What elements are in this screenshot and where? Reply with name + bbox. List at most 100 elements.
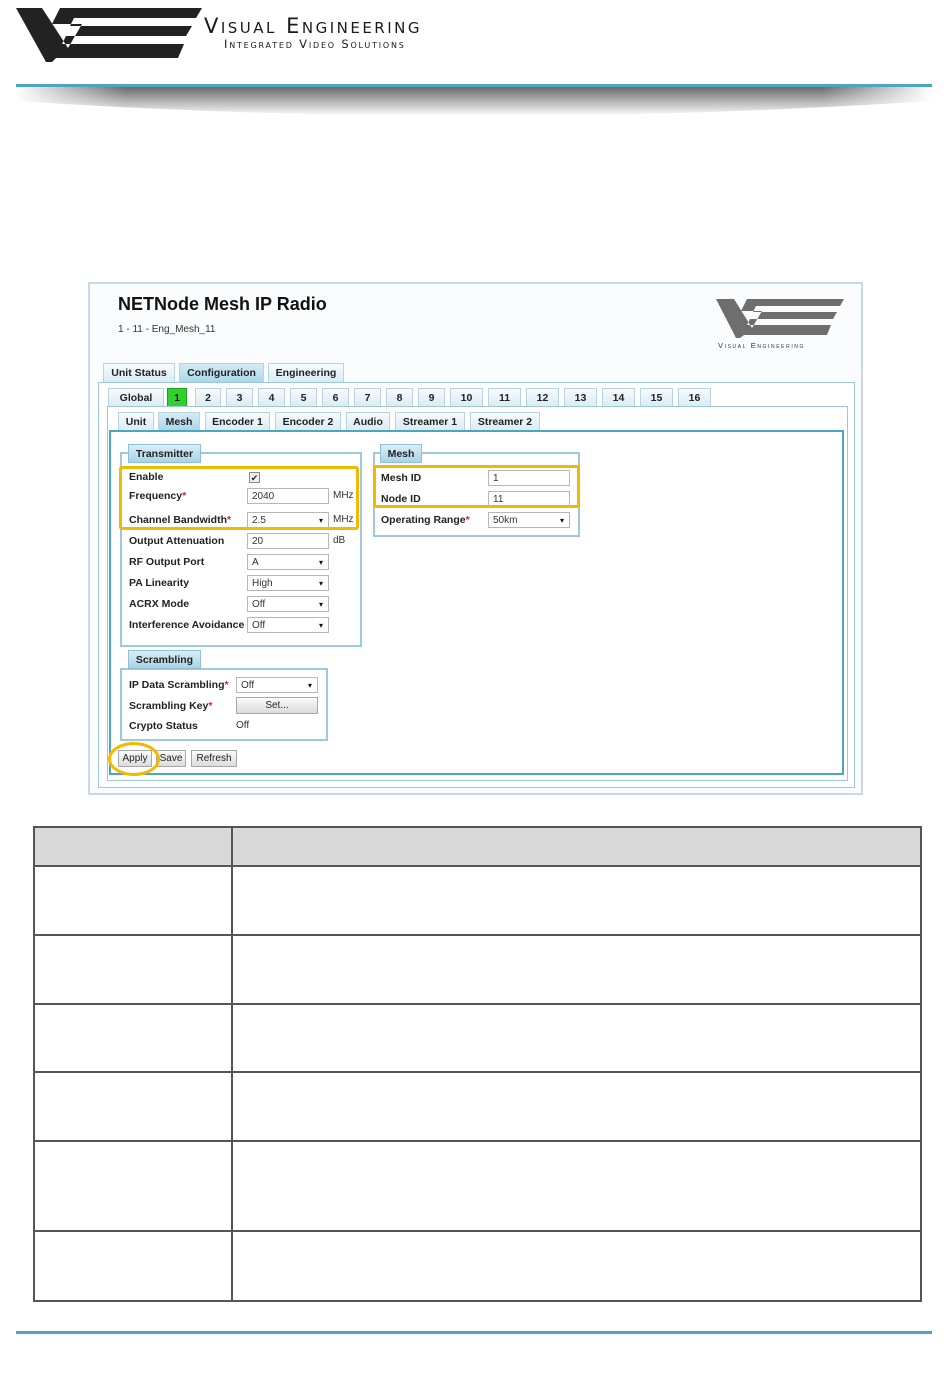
ip-data-scrambling-label: IP Data Scrambling* xyxy=(129,679,229,691)
frequency-unit: MHz xyxy=(333,490,354,501)
acrx-mode-select[interactable]: Off ▾ xyxy=(247,596,329,612)
enable-label: Enable xyxy=(129,471,164,483)
node-id-label: Node ID xyxy=(381,493,421,505)
ip-data-scrambling-value: Off xyxy=(241,679,255,691)
table-header-row xyxy=(33,826,922,867)
tab-node-13[interactable]: 13 xyxy=(564,388,597,407)
rf-output-port-value: A xyxy=(252,556,259,568)
apply-button[interactable]: Apply xyxy=(118,750,152,767)
tab-node-16[interactable]: 16 xyxy=(678,388,711,407)
table-cell xyxy=(33,1003,233,1073)
chevron-down-icon: ▾ xyxy=(318,515,323,525)
output-attenuation-input[interactable]: 20 xyxy=(247,533,329,549)
table-row xyxy=(33,1071,922,1142)
save-button[interactable]: Save xyxy=(156,750,186,767)
mesh-id-label: Mesh ID xyxy=(381,472,422,484)
chevron-down-icon: ▾ xyxy=(307,680,312,690)
app-title: NETNode Mesh IP Radio xyxy=(118,294,327,314)
crypto-status-value: Off xyxy=(236,720,250,731)
brand-tagline: Integrated Video Solutions xyxy=(224,37,406,51)
tab-mesh[interactable]: Mesh xyxy=(158,412,200,431)
tab-encoder-2[interactable]: Encoder 2 xyxy=(275,412,341,431)
tab-node-9[interactable]: 9 xyxy=(418,388,445,407)
tab-configuration[interactable]: Configuration xyxy=(179,363,264,382)
tab-node-7[interactable]: 7 xyxy=(354,388,381,407)
transmitter-legend: Transmitter xyxy=(128,444,201,463)
tab-node-4[interactable]: 4 xyxy=(258,388,285,407)
required-mark: * xyxy=(208,700,213,712)
interference-avoidance-select[interactable]: Off ▾ xyxy=(247,617,329,633)
bandwidth-unit: MHz xyxy=(333,514,354,525)
tab-node-1[interactable]: 1 xyxy=(167,388,187,407)
table-cell xyxy=(33,865,233,936)
rf-output-port-label: RF Output Port xyxy=(129,556,205,568)
app-logo-icon xyxy=(716,299,844,338)
table-cell xyxy=(231,934,922,1005)
tab-engineering[interactable]: Engineering xyxy=(268,363,344,382)
table-header-cell xyxy=(231,826,922,867)
pa-linearity-select[interactable]: High ▾ xyxy=(247,575,329,591)
visual-engineering-logo-icon xyxy=(16,8,202,62)
ip-data-scrambling-select[interactable]: Off ▾ xyxy=(236,677,318,693)
operating-range-label: Operating Range* xyxy=(381,514,470,526)
table-row xyxy=(33,934,922,1005)
table-cell xyxy=(231,1071,922,1142)
refresh-button[interactable]: Refresh xyxy=(191,750,237,767)
tab-node-8[interactable]: 8 xyxy=(386,388,413,407)
tab-audio[interactable]: Audio xyxy=(346,412,390,431)
table-cell xyxy=(33,1230,233,1302)
pa-linearity-value: High xyxy=(252,577,273,589)
brand-name: Visual Engineering xyxy=(204,14,422,38)
table-cell xyxy=(33,1071,233,1142)
tab-node-15[interactable]: 15 xyxy=(640,388,673,407)
tab-unit-status[interactable]: Unit Status xyxy=(103,363,175,382)
frequency-input[interactable]: 2040 xyxy=(247,488,329,504)
table-cell xyxy=(33,934,233,1005)
chevron-down-icon: ▾ xyxy=(318,620,323,630)
node-id-input[interactable]: 11 xyxy=(488,491,570,507)
tab-node-5[interactable]: 5 xyxy=(290,388,317,407)
tab-node-14[interactable]: 14 xyxy=(602,388,635,407)
tab-global[interactable]: Global xyxy=(108,388,164,407)
table-row xyxy=(33,1003,922,1073)
required-mark: * xyxy=(224,679,229,691)
scrambling-key-label: Scrambling Key* xyxy=(129,700,213,712)
footer-rule xyxy=(16,1331,932,1334)
header-swoosh xyxy=(16,87,932,127)
interference-avoidance-value: Off xyxy=(252,619,266,631)
set-scrambling-key-button[interactable]: Set... xyxy=(236,697,318,714)
acrx-mode-label: ACRX Mode xyxy=(129,598,190,610)
tab-node-3[interactable]: 3 xyxy=(226,388,253,407)
mesh-legend: Mesh xyxy=(380,444,422,463)
rf-output-port-select[interactable]: A ▾ xyxy=(247,554,329,570)
pa-linearity-label: PA Linearity xyxy=(129,577,190,589)
crypto-status-label: Crypto Status xyxy=(129,720,198,732)
tab-streamer-1[interactable]: Streamer 1 xyxy=(395,412,465,431)
frequency-label: Frequency* xyxy=(129,490,187,502)
table-header-cell xyxy=(33,826,233,867)
table-row xyxy=(33,865,922,936)
channel-bandwidth-select[interactable]: 2.5 ▾ xyxy=(247,512,329,528)
tab-node-10[interactable]: 10 xyxy=(450,388,483,407)
operating-range-select[interactable]: 50km ▾ xyxy=(488,512,570,528)
chevron-down-icon: ▾ xyxy=(318,599,323,609)
table-row xyxy=(33,1140,922,1232)
chevron-down-icon: ▾ xyxy=(318,557,323,567)
output-attenuation-label: Output Attenuation xyxy=(129,535,225,547)
tab-encoder-1[interactable]: Encoder 1 xyxy=(205,412,270,431)
tab-node-12[interactable]: 12 xyxy=(526,388,559,407)
tab-streamer-2[interactable]: Streamer 2 xyxy=(470,412,540,431)
app-logo-text: Visual Engineering xyxy=(718,341,806,350)
tab-unit[interactable]: Unit xyxy=(118,412,154,431)
description-table xyxy=(33,826,922,1302)
tab-node-11[interactable]: 11 xyxy=(488,388,521,407)
attenuation-unit: dB xyxy=(333,535,346,546)
interference-avoidance-label: Interference Avoidance xyxy=(129,619,245,631)
app-subtitle: 1 - 11 - Eng_Mesh_11 xyxy=(118,324,216,335)
required-mark: * xyxy=(465,514,470,526)
enable-checkbox[interactable]: ✔ xyxy=(249,472,260,483)
tab-node-2[interactable]: 2 xyxy=(195,388,221,407)
mesh-id-input[interactable]: 1 xyxy=(488,470,570,486)
tab-node-6[interactable]: 6 xyxy=(322,388,349,407)
acrx-mode-value: Off xyxy=(252,598,266,610)
